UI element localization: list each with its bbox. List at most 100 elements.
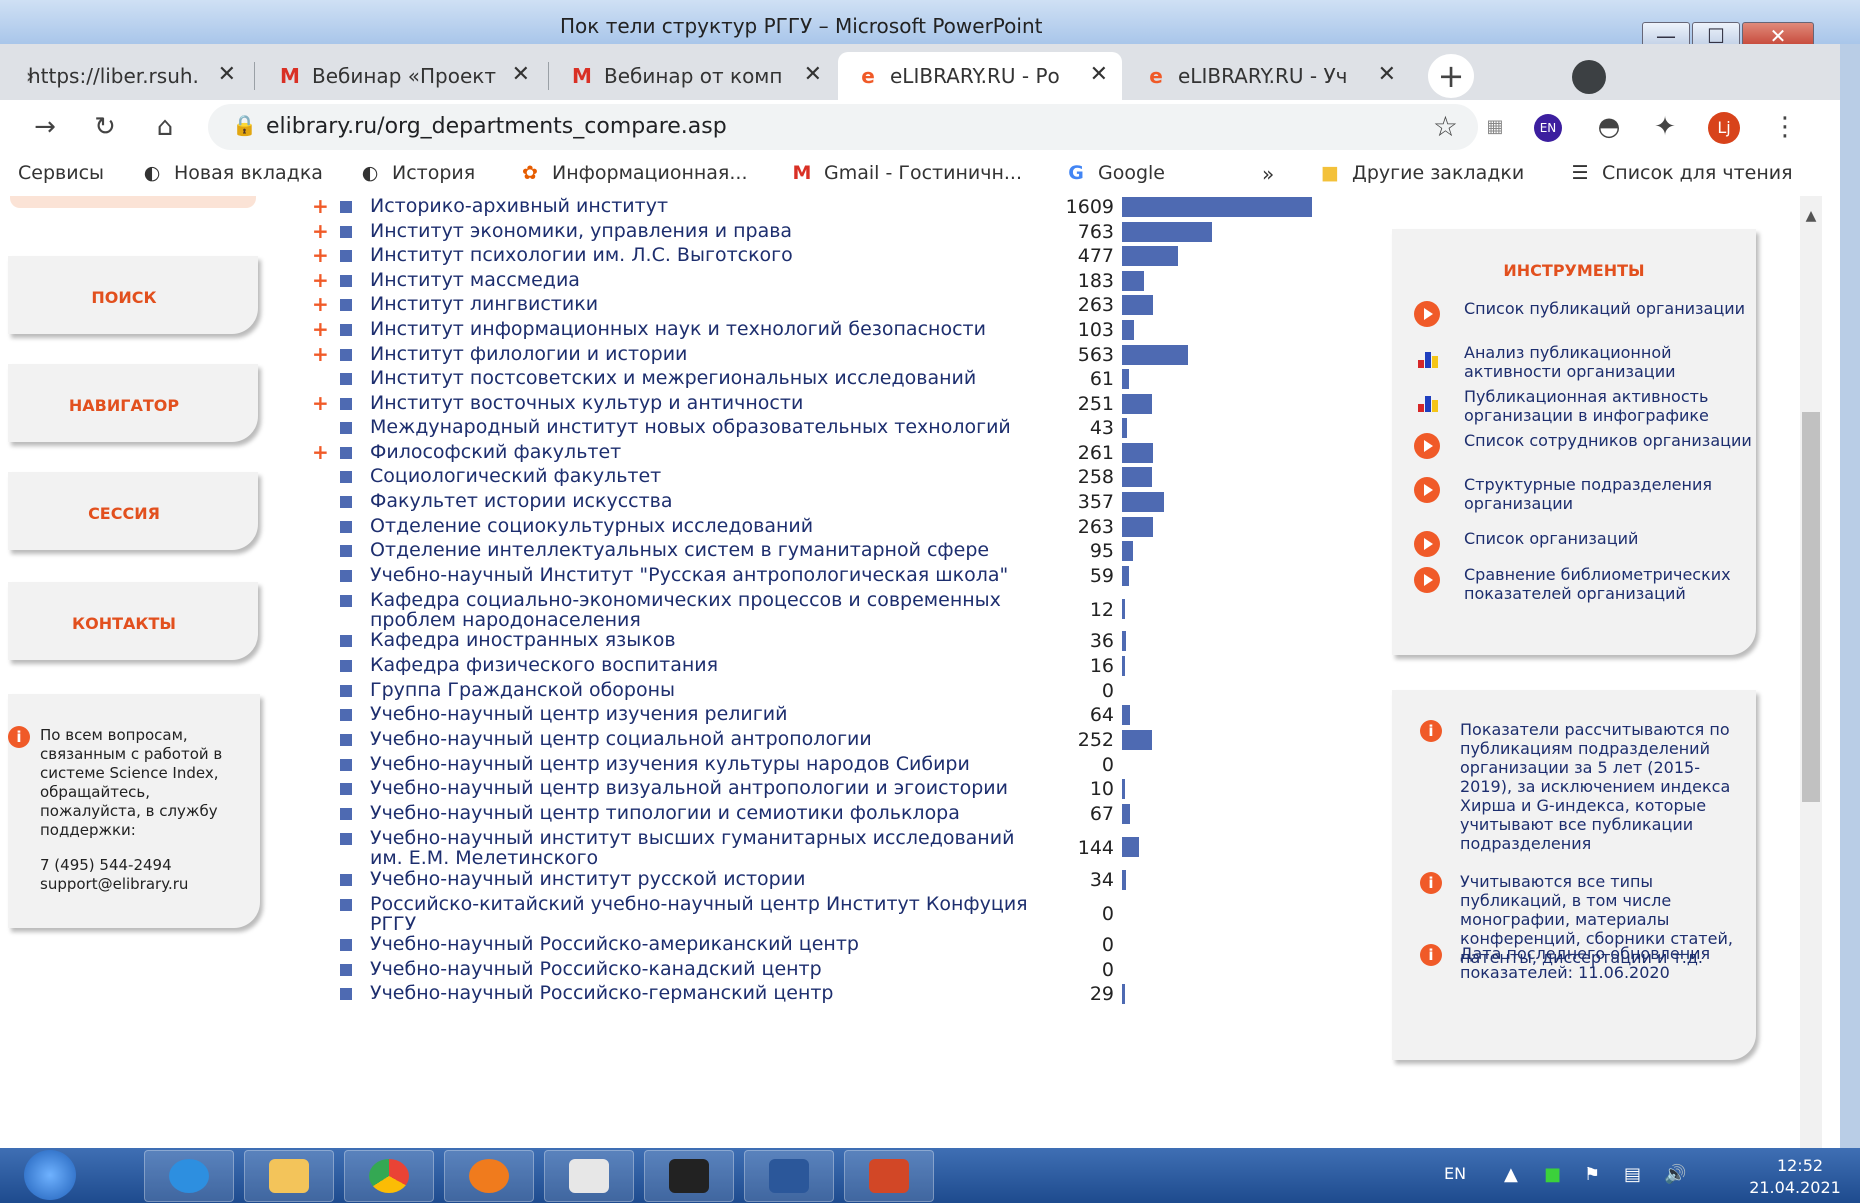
new-tab-button[interactable]: + [1428, 54, 1474, 98]
department-name[interactable]: Международный институт новых образовател… [370, 417, 1030, 437]
department-name[interactable]: Учебно-научный центр типологии и семиоти… [370, 803, 1030, 823]
scroll-thumb[interactable] [1802, 412, 1820, 802]
tab-search-button[interactable] [1572, 60, 1606, 94]
department-name[interactable]: Отделение социокультурных исследований [370, 516, 1030, 536]
expand-plus-icon[interactable]: + [312, 440, 329, 464]
star-icon[interactable]: ☆ [1433, 110, 1458, 143]
taskbar-word[interactable] [744, 1150, 834, 1202]
department-name[interactable]: Учебно-научный центр изучения культуры н… [370, 754, 1030, 774]
department-name[interactable]: Кафедра социально-экономических процессо… [370, 590, 1030, 630]
close-icon[interactable]: ✕ [804, 62, 822, 87]
language-indicator[interactable]: EN [1444, 1164, 1466, 1183]
expand-plus-icon[interactable]: + [312, 196, 329, 218]
tool-label[interactable]: Список сотрудников организации [1464, 431, 1754, 450]
department-name[interactable]: Учебно-научный Институт "Русская антропо… [370, 565, 1030, 585]
department-name[interactable]: Кафедра физического воспитания [370, 655, 1030, 675]
department-name[interactable]: Учебно-научный Российско-американский це… [370, 934, 1030, 954]
expand-plus-icon[interactable]: + [312, 391, 329, 415]
department-name[interactable]: Отделение интеллектуальных систем в гума… [370, 540, 1030, 560]
department-name[interactable]: Учебно-научный центр социальной антропол… [370, 729, 1030, 749]
department-name[interactable]: Институт филологии и истории [370, 344, 1030, 364]
department-name[interactable]: Институт экономики, управления и права [370, 221, 1030, 241]
department-name[interactable]: Учебно-научный институт русской истории [370, 869, 1030, 889]
expand-plus-icon[interactable]: + [312, 219, 329, 243]
taskbar-file-explorer[interactable] [244, 1150, 334, 1202]
expand-plus-icon[interactable]: + [312, 317, 329, 341]
department-name[interactable]: Институт информационных наук и технологи… [370, 319, 1030, 339]
department-name[interactable]: Институт восточных культур и античности [370, 393, 1030, 413]
taskbar-chrome[interactable] [344, 1150, 434, 1202]
url-text[interactable]: elibrary.ru/org_departments_compare.asp [266, 114, 727, 139]
taskbar-internet-explorer[interactable] [144, 1150, 234, 1202]
nav-session-button[interactable]: СЕССИЯ [8, 472, 258, 550]
tab-elibrary-active[interactable]: e eLIBRARY.RU - Ро ✕ [838, 52, 1122, 100]
department-name[interactable]: Учебно-научный центр визуальной антропол… [370, 778, 1030, 798]
department-name[interactable]: Учебно-научный Российско-германский цент… [370, 983, 1030, 1003]
department-name[interactable]: Историко-архивный институт [370, 196, 1030, 216]
puzzle-icon[interactable]: ✦ [1648, 110, 1682, 144]
taskbar-media-player[interactable] [444, 1150, 534, 1202]
close-icon[interactable]: ✕ [1378, 62, 1396, 87]
tool-label[interactable]: Анализ публикационной активности организ… [1464, 343, 1754, 381]
department-name[interactable]: Философский факультет [370, 442, 1030, 462]
support-email[interactable]: support@elibrary.ru [40, 875, 188, 893]
forward-icon[interactable]: → [28, 110, 62, 144]
tab-webinar-project[interactable]: M Вебинар «Проект ✕ [260, 52, 544, 100]
department-name[interactable]: Кафедра иностранных языков [370, 630, 1030, 650]
app-tray-icon[interactable]: ■ [1544, 1164, 1561, 1185]
bookmark-other[interactable]: ■ Другие закладки [1318, 162, 1524, 184]
close-icon[interactable]: ✕ [1090, 62, 1108, 87]
network-icon[interactable]: ▤ [1624, 1164, 1641, 1185]
tool-label[interactable]: Сравнение библиометрических показателей … [1464, 565, 1754, 603]
tool-label[interactable]: Список организаций [1464, 529, 1754, 548]
taskbar-yandex[interactable] [544, 1150, 634, 1202]
department-name[interactable]: Факультет истории искусства [370, 491, 1030, 511]
tool-label[interactable]: Структурные подразделения организации [1464, 475, 1754, 513]
tool-label[interactable]: Список публикаций организации [1464, 299, 1754, 318]
clock-time[interactable]: 12:52 [1750, 1156, 1850, 1175]
nav-contacts-button[interactable]: КОНТАКТЫ [8, 582, 258, 660]
taskbar-photo-app[interactable] [644, 1150, 734, 1202]
tab-elibrary-second[interactable]: e eLIBRARY.RU - Уч ✕ [1126, 52, 1410, 100]
department-name[interactable]: Российско-китайский учебно-научный центр… [370, 894, 1030, 934]
department-name[interactable]: Учебно-научный институт высших гуманитар… [370, 828, 1030, 868]
taskbar-powerpoint[interactable] [844, 1150, 934, 1202]
volume-icon[interactable]: 🔊 [1664, 1164, 1686, 1185]
bookmark-gmail[interactable]: M Gmail - Гостиничн... [790, 162, 1022, 184]
tab-liber[interactable]: › https://liber.rsuh.r ✕ [0, 52, 250, 100]
bookmark-info[interactable]: ✿ Информационная... [518, 162, 747, 184]
page-scrollbar[interactable]: ▲ [1800, 196, 1822, 1148]
bookmark-history[interactable]: ◐ История [358, 162, 476, 184]
bookmarks-more-button[interactable]: » [1262, 162, 1274, 186]
language-extension-icon[interactable]: EN [1534, 114, 1562, 142]
nav-navigator-button[interactable]: НАВИГАТОР [8, 364, 258, 442]
expand-plus-icon[interactable]: + [312, 342, 329, 366]
close-icon[interactable]: ✕ [218, 62, 236, 87]
department-name[interactable]: Институт психологии им. Л.С. Выготского [370, 245, 1030, 265]
reload-icon[interactable]: ↻ [88, 110, 122, 144]
close-icon[interactable]: ✕ [512, 62, 530, 87]
clock-date[interactable]: 21.04.2021 [1730, 1178, 1860, 1197]
department-name[interactable]: Учебно-научный Российско-канадский центр [370, 959, 1030, 979]
circle-extension-icon[interactable]: ◓ [1592, 110, 1626, 144]
tab-webinar-company[interactable]: M Вебинар от комп ✕ [552, 52, 836, 100]
flag-icon[interactable]: ⚑ [1584, 1164, 1600, 1185]
elibrary-logo[interactable] [10, 196, 256, 208]
bookmark-services[interactable]: Сервисы [18, 162, 104, 184]
expand-plus-icon[interactable]: + [312, 243, 329, 267]
department-name[interactable]: Институт лингвистики [370, 294, 1030, 314]
bookmark-google[interactable]: G Google [1064, 162, 1165, 184]
start-button[interactable] [24, 1150, 76, 1200]
nav-search-button[interactable]: ПОИСК [8, 256, 258, 334]
expand-plus-icon[interactable]: + [312, 268, 329, 292]
expand-plus-icon[interactable]: + [312, 292, 329, 316]
tool-label[interactable]: Публикационная активность организации в … [1464, 387, 1754, 425]
bookmark-reading-list[interactable]: ☰ Список для чтения [1568, 162, 1792, 184]
show-hidden-icons-icon[interactable]: ▲ [1504, 1164, 1518, 1185]
extension-icon[interactable]: ▦ [1478, 110, 1512, 144]
department-name[interactable]: Социологический факультет [370, 466, 1030, 486]
department-name[interactable]: Учебно-научный центр изучения религий [370, 704, 1030, 724]
address-bar[interactable]: 🔒 elibrary.ru/org_departments_compare.as… [208, 104, 1478, 150]
menu-icon[interactable]: ⋮ [1768, 110, 1802, 144]
department-name[interactable]: Группа Гражданской обороны [370, 680, 1030, 700]
